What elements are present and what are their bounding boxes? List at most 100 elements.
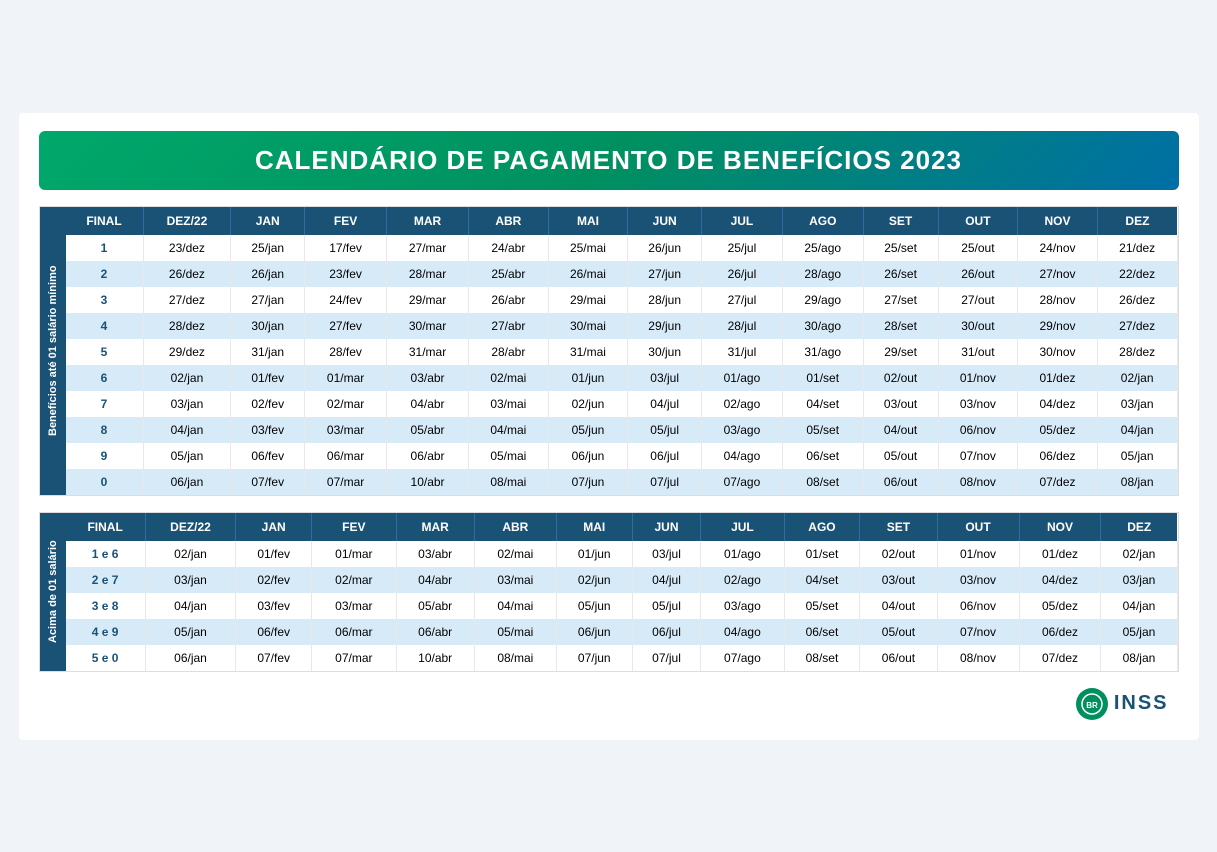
date-cell: 08/set [784,645,860,671]
date-cell: 26/dez [143,261,231,287]
final-digit-cell: 4 e 9 [66,619,146,645]
col-header: DEZ/22 [145,513,235,541]
date-cell: 07/fev [236,645,312,671]
date-cell: 25/jul [702,235,783,261]
col-header: DEZ/22 [143,207,231,235]
date-cell: 27/mar [387,235,469,261]
date-cell: 30/mar [387,313,469,339]
date-cell: 06/fev [231,443,305,469]
date-cell: 07/dez [1018,469,1098,495]
date-cell: 03/jan [145,567,235,593]
date-cell: 24/abr [469,235,549,261]
date-cell: 27/jul [702,287,783,313]
date-cell: 06/abr [387,443,469,469]
date-cell: 08/jan [1101,645,1177,671]
date-cell: 07/nov [938,443,1018,469]
date-cell: 06/jun [556,619,632,645]
date-cell: 02/out [860,541,937,567]
date-cell: 31/jan [231,339,305,365]
date-cell: 01/set [784,541,860,567]
table-row: 1 e 602/jan01/fev01/mar03/abr02/mai01/ju… [66,541,1178,567]
section1-tbody: 123/dez25/jan17/fev27/mar24/abr25/mai26/… [66,235,1178,495]
table-row: 327/dez27/jan24/fev29/mar26/abr29/mai28/… [66,287,1178,313]
date-cell: 26/jun [628,235,702,261]
date-cell: 30/jan [231,313,305,339]
date-cell: 08/jan [1097,469,1177,495]
date-cell: 02/mar [305,391,387,417]
date-cell: 05/jun [556,593,632,619]
date-cell: 27/out [938,287,1018,313]
date-cell: 06/nov [937,593,1019,619]
section-beneficios-acima: Acima de 01 salário FINALDEZ/22JANFEVMAR… [39,512,1179,672]
date-cell: 05/mai [474,619,556,645]
date-cell: 03/jul [628,365,702,391]
date-cell: 27/nov [1018,261,1098,287]
date-cell: 03/jan [143,391,231,417]
section2-tbody: 1 e 602/jan01/fev01/mar03/abr02/mai01/ju… [66,541,1178,671]
date-cell: 25/ago [782,235,863,261]
final-digit-cell: 5 [66,339,144,365]
col-header: SET [860,513,937,541]
page: CALENDÁRIO DE PAGAMENTO DE BENEFÍCIOS 20… [19,113,1199,740]
table-row: 4 e 905/jan06/fev06/mar06/abr05/mai06/ju… [66,619,1178,645]
date-cell: 04/dez [1018,391,1098,417]
inss-emblem-icon: BR [1081,693,1103,715]
date-cell: 28/ago [782,261,863,287]
date-cell: 03/abr [396,541,474,567]
final-digit-cell: 5 e 0 [66,645,146,671]
date-cell: 29/nov [1018,313,1098,339]
date-cell: 06/mar [305,443,387,469]
date-cell: 01/dez [1018,365,1098,391]
date-cell: 28/jun [628,287,702,313]
col-header: AGO [782,207,863,235]
final-digit-cell: 1 [66,235,144,261]
date-cell: 01/jun [548,365,628,391]
col-header: ABR [469,207,549,235]
date-cell: 26/abr [469,287,549,313]
date-cell: 06/mar [312,619,396,645]
table-row: 905/jan06/fev06/mar06/abr05/mai06/jun06/… [66,443,1178,469]
col-header: NOV [1019,513,1101,541]
col-header: JAN [231,207,305,235]
date-cell: 29/mai [548,287,628,313]
date-cell: 06/nov [938,417,1018,443]
date-cell: 02/jan [145,541,235,567]
date-cell: 24/nov [1018,235,1098,261]
date-cell: 31/mai [548,339,628,365]
col-header: JUL [701,513,784,541]
final-digit-cell: 4 [66,313,144,339]
date-cell: 05/jul [632,593,701,619]
date-cell: 05/jan [143,443,231,469]
date-cell: 02/ago [702,391,783,417]
date-cell: 25/set [863,235,938,261]
date-cell: 27/jun [628,261,702,287]
date-cell: 06/dez [1019,619,1101,645]
date-cell: 02/out [863,365,938,391]
table-row: 226/dez26/jan23/fev28/mar25/abr26/mai27/… [66,261,1178,287]
date-cell: 04/set [782,391,863,417]
date-cell: 28/dez [143,313,231,339]
date-cell: 06/out [860,645,937,671]
col-header: DEZ [1097,207,1177,235]
section2-side-label: Acima de 01 salário [40,513,66,671]
inss-logo: BR INSS [1076,688,1169,720]
date-cell: 01/mar [312,541,396,567]
date-cell: 28/set [863,313,938,339]
date-cell: 02/mai [469,365,549,391]
col-header: MAI [556,513,632,541]
date-cell: 01/jun [556,541,632,567]
final-digit-cell: 7 [66,391,144,417]
date-cell: 05/abr [396,593,474,619]
date-cell: 08/mai [474,645,556,671]
date-cell: 03/nov [937,567,1019,593]
date-cell: 30/mai [548,313,628,339]
final-digit-cell: 3 [66,287,144,313]
date-cell: 25/abr [469,261,549,287]
date-cell: 26/jul [702,261,783,287]
date-cell: 28/jul [702,313,783,339]
date-cell: 05/set [784,593,860,619]
col-header: JAN [236,513,312,541]
date-cell: 03/jul [632,541,701,567]
date-cell: 05/dez [1019,593,1101,619]
final-digit-cell: 8 [66,417,144,443]
